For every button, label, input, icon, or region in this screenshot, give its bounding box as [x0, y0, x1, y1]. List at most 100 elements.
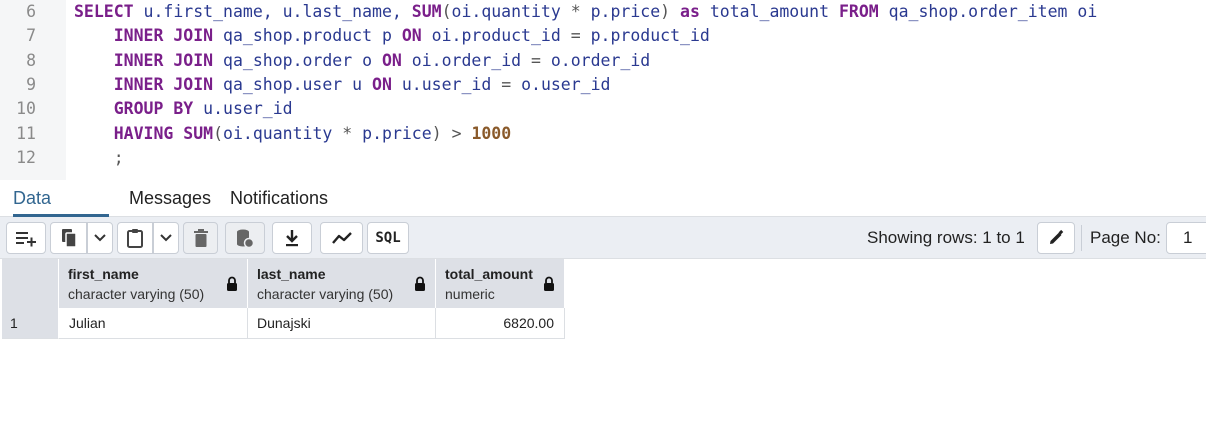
sql-token: oi.quantity: [451, 2, 571, 21]
column-name: total_amount: [445, 266, 533, 282]
table-cell-last-name[interactable]: Dunajski: [248, 308, 436, 339]
lock-icon: [544, 276, 554, 291]
toolbar-divider: [1081, 225, 1082, 251]
sql-token: u.first_name, u.last_name,: [133, 2, 412, 21]
add-row-button[interactable]: [6, 222, 46, 254]
copy-options-button[interactable]: [87, 222, 113, 254]
sql-token: *: [570, 2, 581, 21]
column-header-first-name[interactable]: first_name character varying (50): [59, 259, 248, 308]
sql-keyword: INNER JOIN: [113, 26, 214, 45]
sql-keyword: GROUP BY: [113, 99, 194, 118]
code-line[interactable]: 11 HAVING SUM(oi.quantity * p.price) > 1…: [0, 122, 1206, 146]
column-type: numeric: [445, 286, 495, 302]
table-cell-first-name[interactable]: Julian: [59, 308, 248, 339]
paste-icon: [127, 229, 143, 248]
sql-token: =: [531, 51, 541, 70]
edit-rows-button[interactable]: [1037, 222, 1075, 254]
page-no-label: Page No:: [1090, 228, 1161, 247]
save-data-button[interactable]: [225, 222, 265, 254]
sql-icon: SQL: [375, 230, 401, 246]
column-type: character varying (50): [68, 286, 205, 302]
sql-token: qa_shop.product p: [213, 26, 402, 45]
code-text: INNER JOIN qa_shop.order o ON oi.order_i…: [74, 49, 650, 73]
results-tabs: Data Output Messages Notifications: [0, 180, 1206, 244]
table-cell-total-amount[interactable]: 6820.00: [436, 308, 565, 339]
sql-keyword: SUM: [183, 124, 214, 143]
line-number: 11: [16, 124, 36, 143]
edit-icon: [1050, 229, 1064, 244]
tab-notifications[interactable]: Notifications: [230, 180, 328, 217]
code-text: SELECT u.first_name, u.last_name, SUM(oi…: [74, 0, 1097, 24]
code-text: HAVING SUM(oi.quantity * p.price) > 1000: [74, 122, 511, 146]
column-name: last_name: [257, 266, 326, 282]
column-header-last-name[interactable]: last_name character varying (50): [248, 259, 436, 308]
copy-icon: [61, 229, 77, 248]
delete-icon: [193, 229, 208, 247]
sql-token: oi.quantity: [223, 124, 343, 143]
save-data-icon: [237, 229, 255, 249]
download-icon: [286, 230, 298, 247]
graph-icon: [331, 232, 352, 244]
code-text: INNER JOIN qa_shop.user u ON u.user_id =…: [74, 73, 611, 97]
showing-rows-text: Showing rows: 1 to 1: [867, 228, 1025, 247]
column-header-total-amount[interactable]: total_amount numeric: [436, 259, 565, 308]
copy-button[interactable]: [50, 222, 87, 254]
graph-visualiser-button[interactable]: [320, 222, 363, 254]
sql-keyword: as: [680, 2, 700, 21]
line-number: 8: [26, 51, 36, 70]
sql-token: (: [213, 124, 224, 143]
sql-token: p.product_id: [580, 26, 710, 45]
sql-button[interactable]: SQL: [367, 222, 409, 254]
chevron-down-icon: [160, 234, 172, 242]
sql-keyword: INNER JOIN: [113, 75, 214, 94]
line-number: 6: [26, 2, 36, 21]
sql-keyword: FROM: [838, 2, 879, 21]
page-no-input[interactable]: 1: [1166, 222, 1206, 254]
sql-token: total_amount: [699, 2, 839, 21]
row-number[interactable]: 1: [2, 308, 59, 339]
column-name: first_name: [68, 266, 139, 282]
lock-icon: [415, 276, 425, 291]
column-type: character varying (50): [257, 286, 394, 302]
sql-token: (: [441, 2, 452, 21]
sql-token: >: [451, 124, 462, 143]
line-number: 12: [16, 148, 36, 167]
sql-token: *: [342, 124, 353, 143]
sql-keyword: INNER JOIN: [113, 51, 214, 70]
tab-messages[interactable]: Messages: [129, 180, 211, 217]
code-line[interactable]: 6 SELECT u.first_name, u.last_name, SUM(o…: [0, 0, 1206, 24]
sql-token: p.price: [352, 124, 432, 143]
delete-button[interactable]: [183, 222, 218, 254]
data-output-toolbar: SQL Showing rows: 1 to 1 Page No: 1: [0, 217, 1206, 259]
code-line[interactable]: 12 ;: [0, 146, 1206, 170]
sql-token: oi.product_id: [421, 26, 571, 45]
sql-token: o.order_id: [540, 51, 651, 70]
line-number: 10: [16, 99, 36, 118]
paste-options-button[interactable]: [153, 222, 179, 254]
code-text: ;: [74, 146, 124, 170]
sql-token: =: [501, 75, 512, 94]
code-line[interactable]: 7 INNER JOIN qa_shop.product p ON oi.pro…: [0, 24, 1206, 48]
sql-token: qa_shop.order o: [213, 51, 382, 70]
sql-editor[interactable]: 6 SELECT u.first_name, u.last_name, SUM(o…: [0, 0, 1206, 180]
line-number: 7: [26, 26, 36, 45]
code-text: GROUP BY u.user_id: [74, 97, 293, 121]
sql-keyword: ON: [372, 75, 392, 94]
sql-token: ): [431, 124, 442, 143]
tab-data-output[interactable]: Data Output: [13, 180, 109, 244]
code-line[interactable]: 10 GROUP BY u.user_id: [0, 97, 1206, 121]
sql-keyword: ON: [401, 26, 422, 45]
code-line[interactable]: 8 INNER JOIN qa_shop.order o ON oi.order…: [0, 49, 1206, 73]
row-number-header[interactable]: [2, 259, 59, 308]
download-button[interactable]: [272, 222, 312, 254]
paste-button[interactable]: [117, 222, 153, 254]
code-line[interactable]: 9 INNER JOIN qa_shop.user u ON u.user_id…: [0, 73, 1206, 97]
sql-keyword: HAVING: [113, 124, 174, 143]
sql-token: ;: [113, 148, 124, 167]
